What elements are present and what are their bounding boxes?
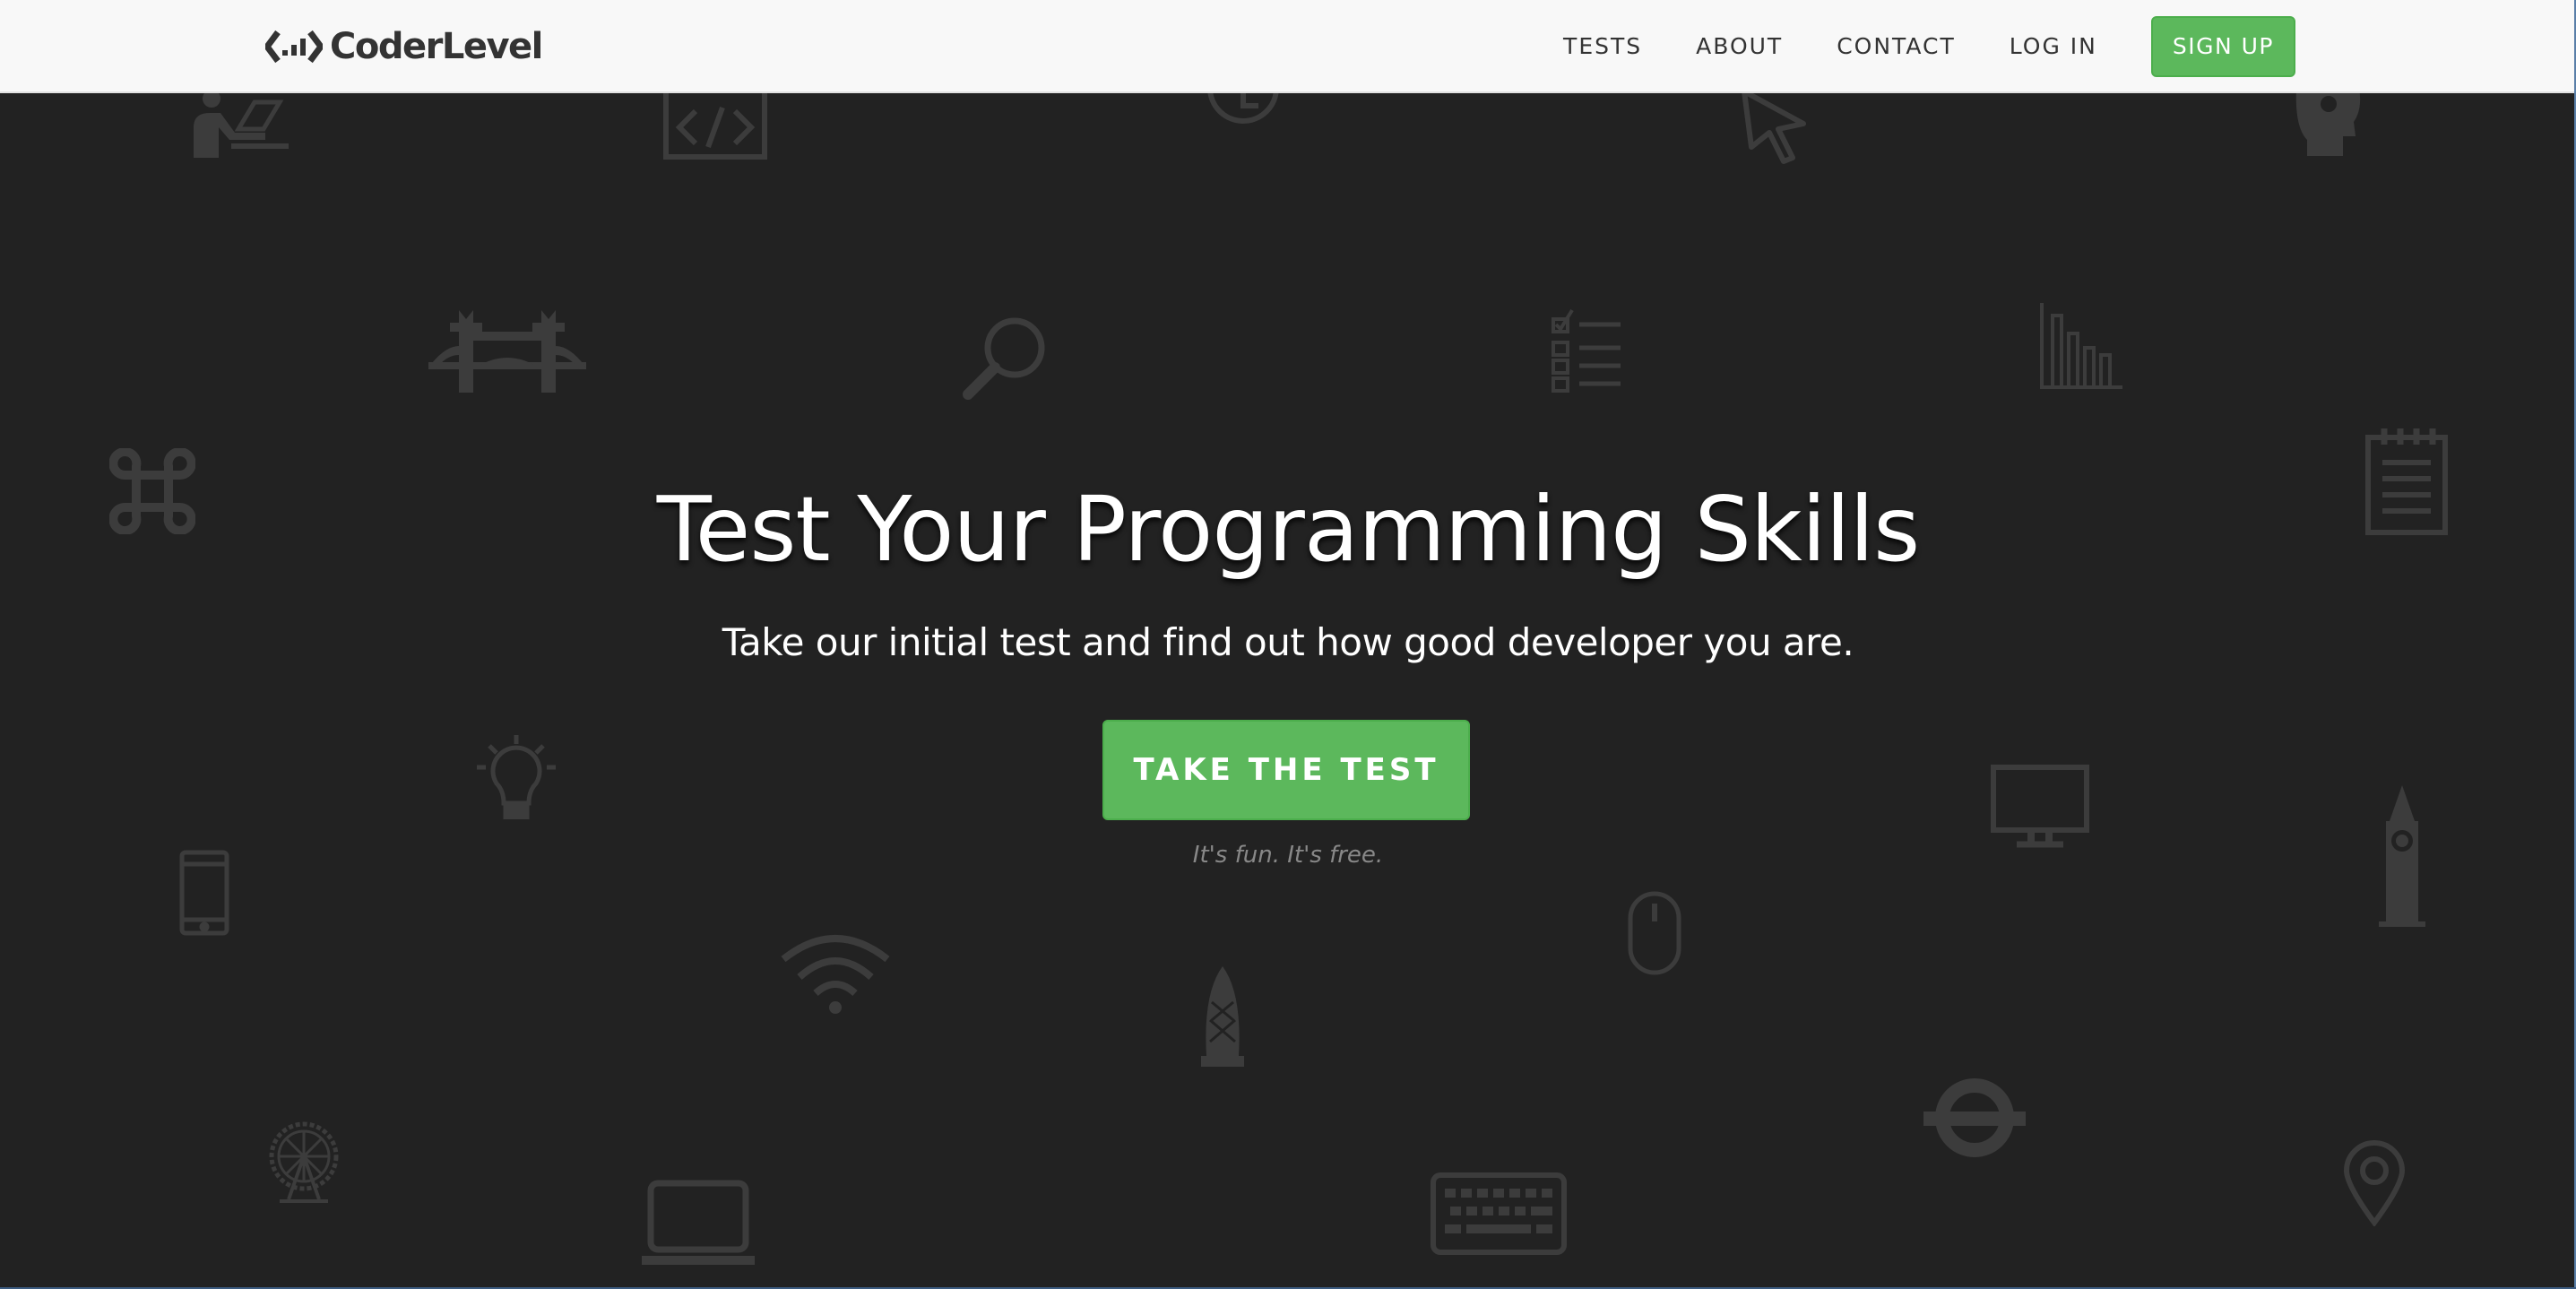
nav-link-tests[interactable]: TESTS — [1536, 0, 1669, 93]
hero-subtitle: Take our initial test and find out how g… — [722, 620, 1854, 664]
landing-page: CoderLevel TESTS ABOUT CONTACT LOG IN SI… — [0, 0, 2576, 1289]
nav-link-login[interactable]: LOG IN — [1983, 0, 2124, 93]
nav-link-contact[interactable]: CONTACT — [1810, 0, 1983, 93]
hero-section: Test Your Programming Skills Take our in… — [0, 93, 2576, 1289]
signup-button[interactable]: SIGN UP — [2150, 16, 2295, 77]
cta-note: It's fun. It's free. — [1192, 842, 1384, 869]
brand-link[interactable]: CoderLevel — [265, 23, 543, 70]
take-the-test-button[interactable]: TAKE THE TEST — [1102, 720, 1470, 820]
coderlevel-logo-icon — [265, 30, 323, 64]
nav-menu: TESTS ABOUT CONTACT LOG IN SIGN UP — [1536, 0, 2576, 93]
hero-title: Test Your Programming Skills — [656, 477, 1921, 582]
nav-link-about[interactable]: ABOUT — [1669, 0, 1810, 93]
top-navbar: CoderLevel TESTS ABOUT CONTACT LOG IN SI… — [0, 0, 2576, 93]
brand-name: CoderLevel — [330, 26, 543, 67]
